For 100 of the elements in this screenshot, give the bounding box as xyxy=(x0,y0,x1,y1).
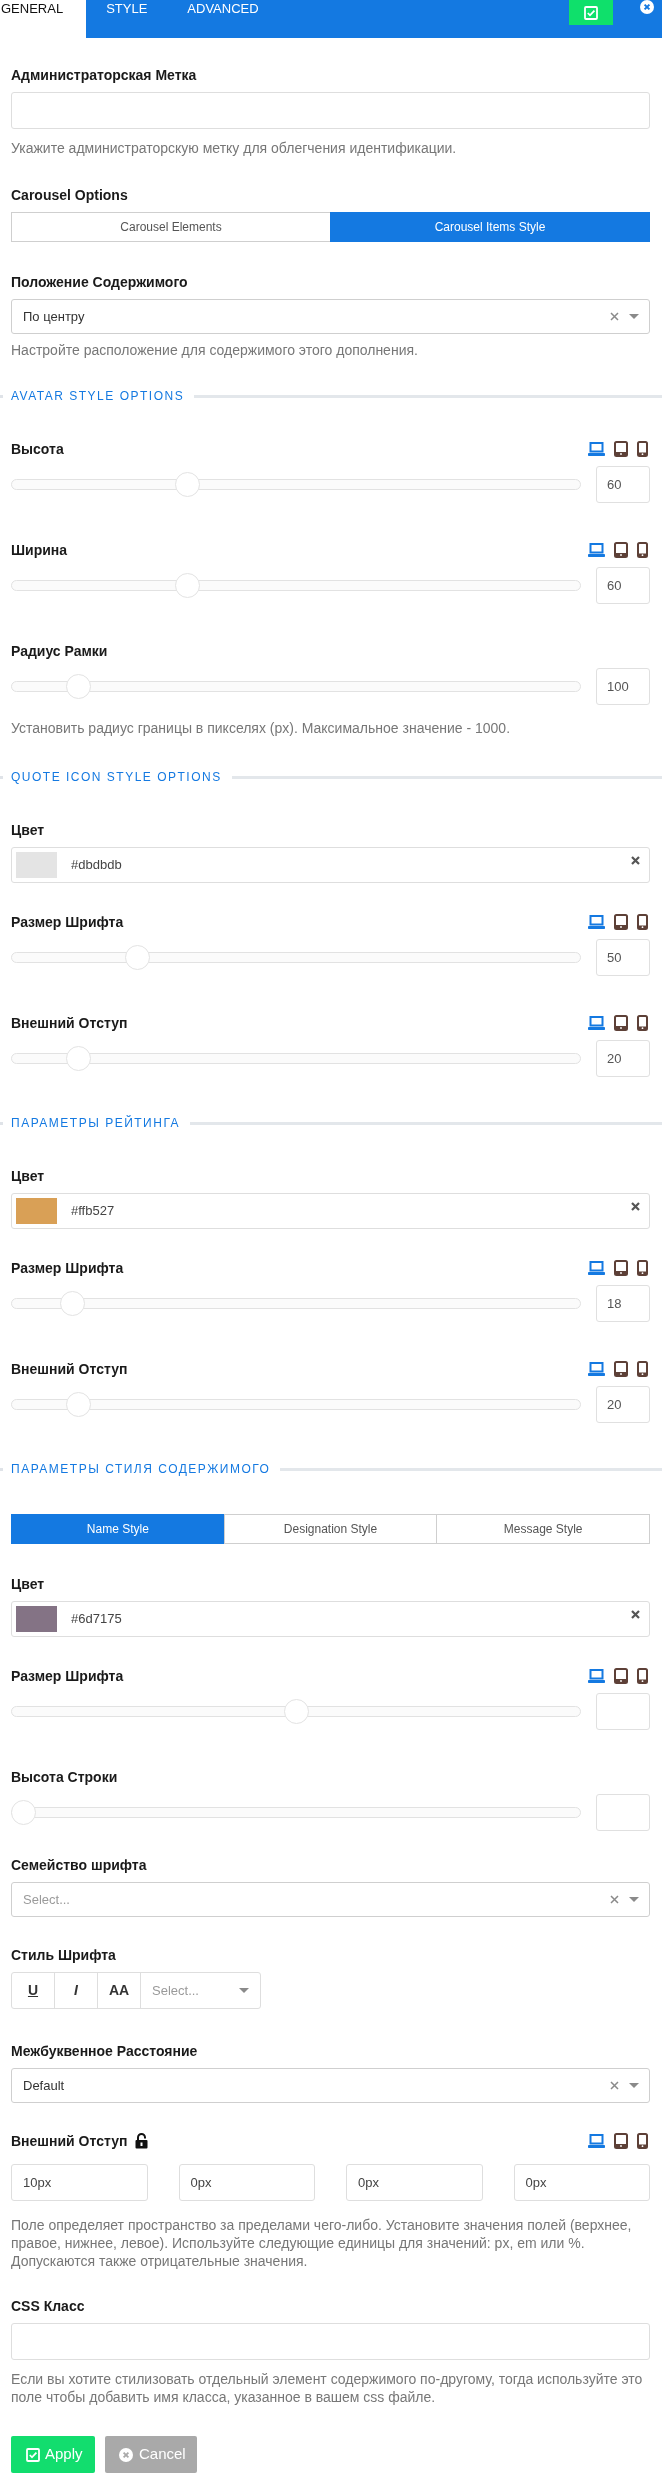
laptop-icon[interactable] xyxy=(588,915,605,929)
font-style-button[interactable]: U xyxy=(12,1973,55,2008)
field-label: Высота Строки xyxy=(11,1769,118,1785)
font-style-button[interactable]: AA xyxy=(98,1973,141,2008)
tablet-icon[interactable] xyxy=(614,2133,628,2149)
phone-icon[interactable] xyxy=(637,1361,648,1377)
field-label: Carousel Options xyxy=(11,187,128,203)
number-field[interactable]: 20 xyxy=(596,1386,650,1423)
close-icon[interactable] xyxy=(640,0,654,14)
color-swatch[interactable] xyxy=(16,1606,57,1632)
laptop-icon[interactable] xyxy=(588,2134,605,2148)
color-field[interactable]: #6d7175 xyxy=(11,1601,650,1637)
section-heading: AVATAR STYLE OPTIONS xyxy=(11,389,185,403)
number-field[interactable]: 50 xyxy=(596,939,650,976)
field-label: Размер Шрифта xyxy=(11,914,124,930)
number-field[interactable] xyxy=(596,1693,650,1730)
laptop-icon[interactable] xyxy=(588,1261,605,1275)
field-label: Внешний Отступ xyxy=(11,1361,128,1377)
slider-thumb[interactable] xyxy=(60,1291,86,1316)
color-field[interactable]: #ffb527 xyxy=(11,1193,650,1229)
slider-track[interactable] xyxy=(11,573,581,598)
number-field[interactable]: 60 xyxy=(596,466,650,503)
phone-icon[interactable] xyxy=(637,441,648,457)
segment-tab[interactable]: Message Style xyxy=(436,1514,650,1544)
number-field[interactable]: 18 xyxy=(596,1285,650,1322)
field-label: Цвет xyxy=(11,822,45,838)
slider-thumb[interactable] xyxy=(65,1046,91,1071)
caret-down-icon xyxy=(629,2083,639,2088)
color-field[interactable]: #dbdbdb xyxy=(11,847,650,883)
tab[interactable]: STYLE xyxy=(86,0,168,38)
field-label: Цвет xyxy=(11,1576,45,1592)
segment-tab[interactable]: Carousel Items Style xyxy=(330,212,650,242)
slider-track[interactable] xyxy=(11,1291,581,1316)
laptop-icon[interactable] xyxy=(588,1669,605,1683)
clear-icon[interactable] xyxy=(631,1202,640,1211)
tablet-icon[interactable] xyxy=(614,1260,628,1276)
unlocked-padlock-icon[interactable] xyxy=(135,2133,149,2149)
tablet-icon[interactable] xyxy=(614,542,628,558)
tablet-icon[interactable] xyxy=(614,1361,628,1377)
font-style-button[interactable]: I xyxy=(55,1973,98,2008)
field-label: CSS Класс xyxy=(11,2298,85,2314)
tablet-icon[interactable] xyxy=(614,441,628,457)
field-label: Внешний Отступ xyxy=(11,2133,128,2149)
slider-thumb[interactable] xyxy=(125,945,151,970)
select-field[interactable]: Default xyxy=(11,2068,650,2103)
section-heading: ПАРАМЕТРЫ РЕЙТИНГА xyxy=(11,1116,181,1130)
number-field[interactable]: 60 xyxy=(596,567,650,604)
segment-tab[interactable]: Name Style xyxy=(11,1514,225,1544)
slider-track[interactable] xyxy=(11,472,581,497)
clear-icon[interactable] xyxy=(610,2081,619,2090)
field-label: Администраторская Метка xyxy=(11,67,197,83)
tablet-icon[interactable] xyxy=(614,914,628,930)
spacing-input[interactable]: 0px xyxy=(178,2164,315,2201)
laptop-icon[interactable] xyxy=(588,543,605,557)
slider-track[interactable] xyxy=(11,1699,581,1724)
select-field[interactable]: По центру xyxy=(11,299,650,334)
laptop-icon[interactable] xyxy=(588,1016,605,1030)
slider-thumb[interactable] xyxy=(283,1699,309,1724)
help-text: Настройте расположение для содержимого этого дополнения. xyxy=(11,341,419,359)
clear-icon[interactable] xyxy=(631,1610,640,1619)
spacing-input[interactable]: 0px xyxy=(346,2164,483,2201)
slider-track[interactable] xyxy=(11,1392,581,1417)
text-field[interactable] xyxy=(11,92,650,129)
slider-thumb[interactable] xyxy=(11,1800,36,1825)
slider-thumb[interactable] xyxy=(65,1392,91,1417)
phone-icon[interactable] xyxy=(637,542,648,558)
spacing-input[interactable]: 10px xyxy=(11,2164,148,2201)
tab[interactable]: ADVANCED xyxy=(167,0,279,38)
tab[interactable]: GENERAL xyxy=(0,0,87,38)
caret-down-icon xyxy=(239,1988,249,1993)
number-field[interactable] xyxy=(596,1794,650,1831)
slider-thumb[interactable] xyxy=(174,573,200,598)
slider-track[interactable] xyxy=(11,1046,581,1071)
phone-icon[interactable] xyxy=(637,1668,648,1684)
color-swatch[interactable] xyxy=(16,852,57,878)
number-field[interactable]: 20 xyxy=(596,1040,650,1077)
laptop-icon[interactable] xyxy=(588,1362,605,1376)
slider-thumb[interactable] xyxy=(65,674,91,699)
tablet-icon[interactable] xyxy=(614,1668,628,1684)
laptop-icon[interactable] xyxy=(588,442,605,456)
phone-icon[interactable] xyxy=(637,1015,648,1031)
slider-track[interactable] xyxy=(11,1800,581,1825)
slider-track[interactable] xyxy=(11,945,581,970)
segment-tab[interactable]: Designation Style xyxy=(223,1514,438,1544)
slider-thumb[interactable] xyxy=(174,472,200,497)
clear-icon[interactable] xyxy=(610,1895,619,1904)
phone-icon[interactable] xyxy=(637,914,648,930)
color-swatch[interactable] xyxy=(16,1198,57,1224)
slider-track[interactable] xyxy=(11,674,581,699)
help-text: Укажите администраторскую метку для облегчения идентификации. xyxy=(11,139,458,157)
phone-icon[interactable] xyxy=(637,1260,648,1276)
segment-tab[interactable]: Carousel Elements xyxy=(11,212,331,242)
clear-icon[interactable] xyxy=(610,312,619,321)
clear-icon[interactable] xyxy=(631,856,640,865)
phone-icon[interactable] xyxy=(637,2133,648,2149)
field-label: Стиль Шрифта xyxy=(11,1947,116,1963)
text-field[interactable] xyxy=(11,2323,650,2360)
tablet-icon[interactable] xyxy=(614,1015,628,1031)
spacing-input[interactable]: 0px xyxy=(513,2164,650,2201)
number-field[interactable]: 100 xyxy=(596,668,650,705)
